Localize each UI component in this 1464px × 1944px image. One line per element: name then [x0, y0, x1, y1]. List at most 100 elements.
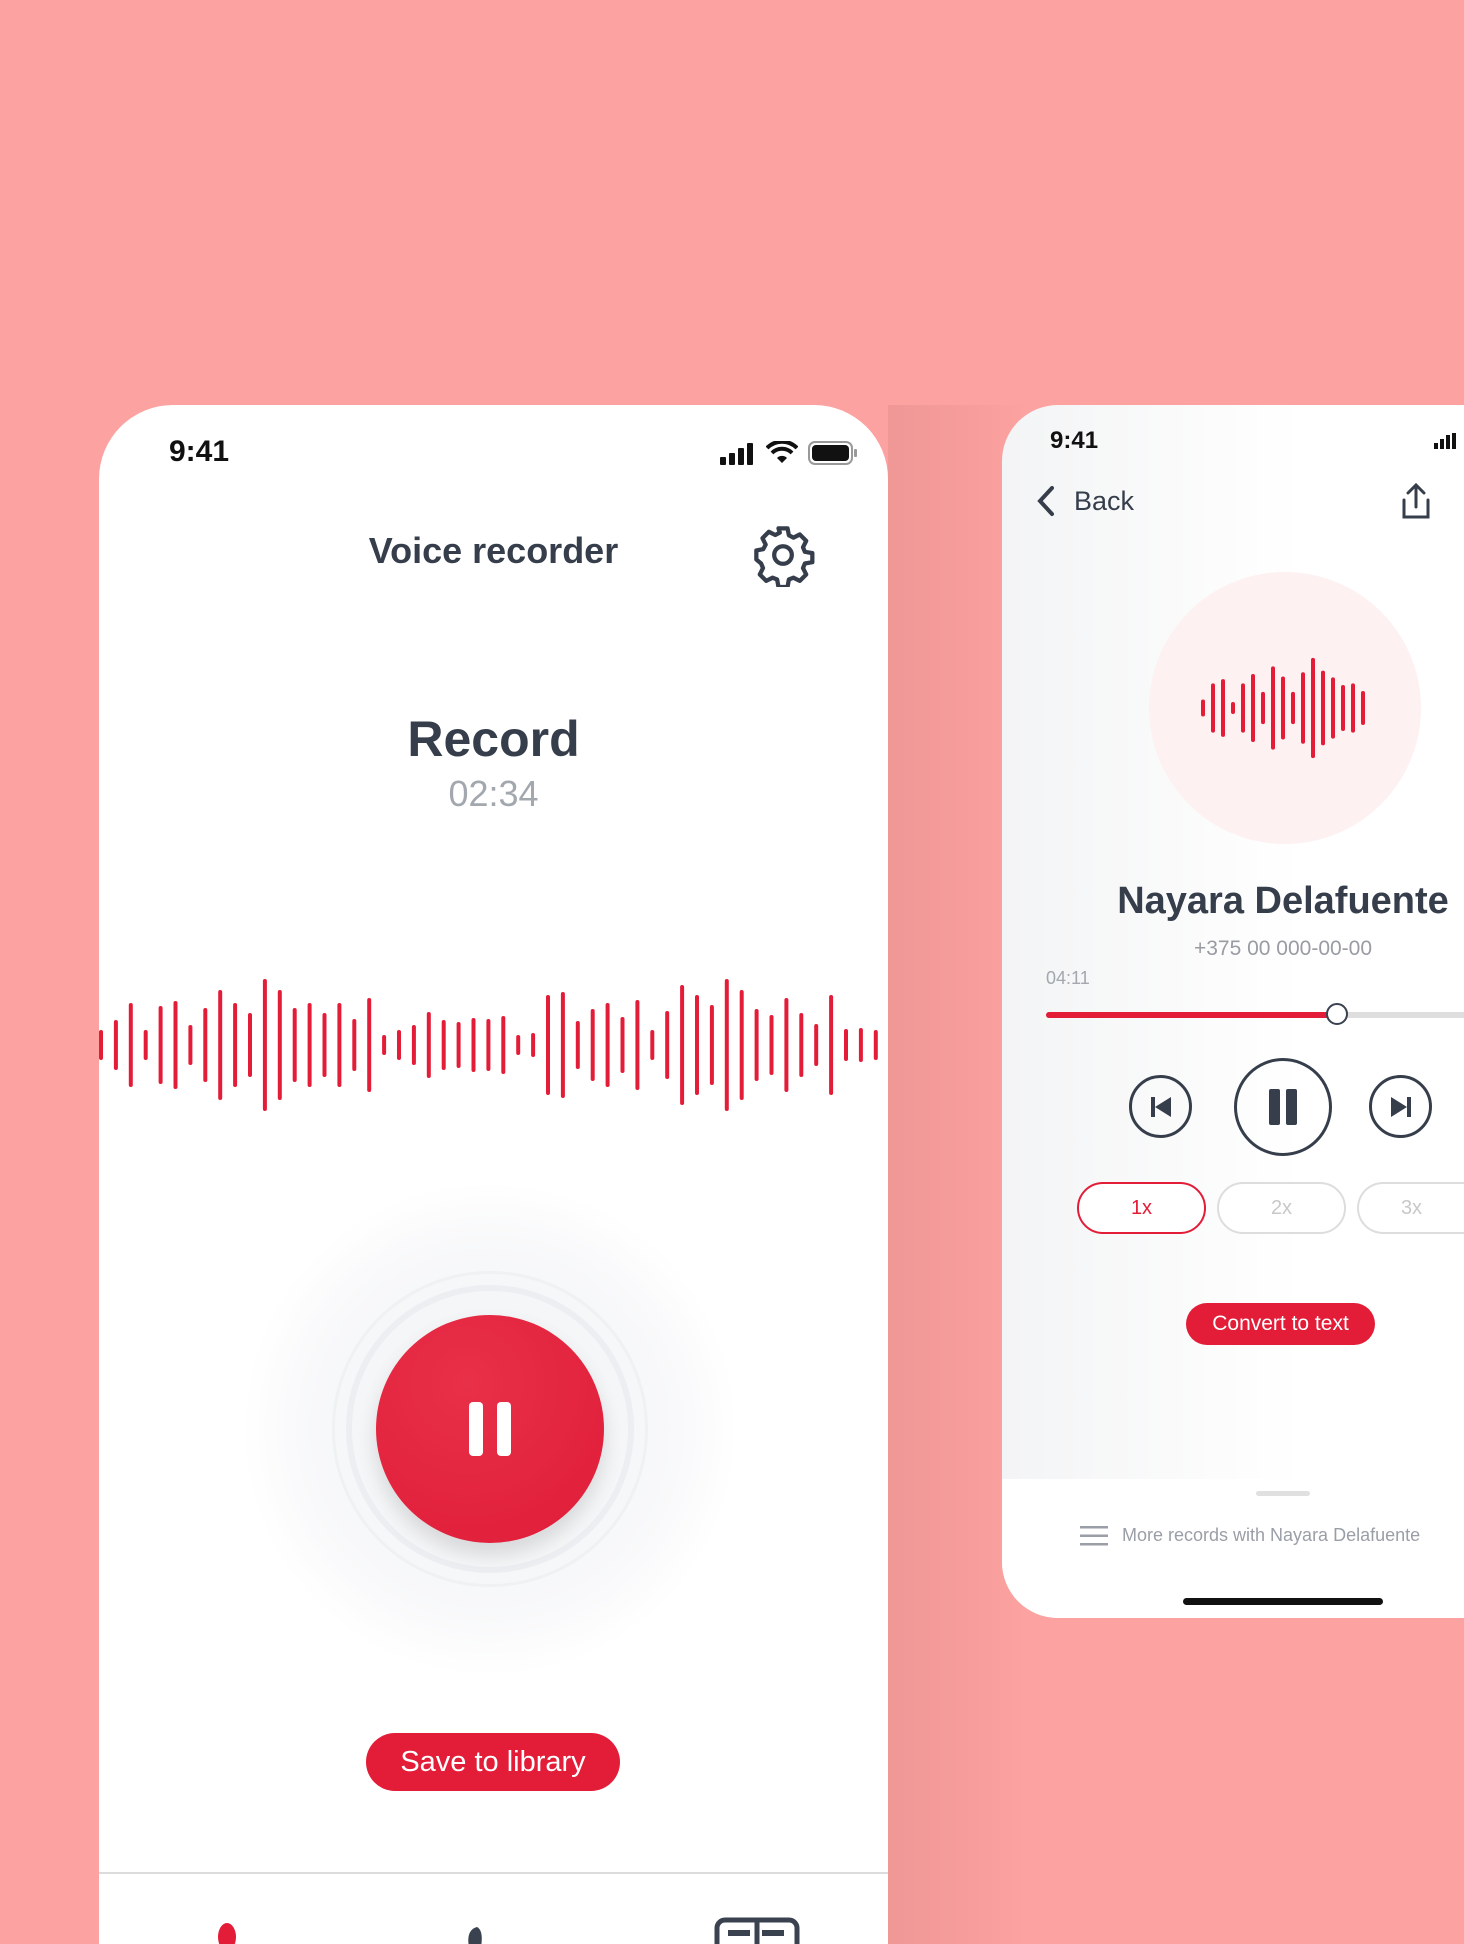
waveform-bar	[858, 1028, 863, 1062]
phone-icon[interactable]	[459, 1917, 491, 1944]
waveform-bar	[873, 1030, 878, 1060]
more-records-label: More records with Nayara Delafuente	[1122, 1525, 1421, 1545]
status-icons	[720, 441, 858, 465]
contact-name: Nayara Delafuente	[1117, 880, 1449, 922]
waveform-bar	[516, 1035, 521, 1055]
list-icon	[1080, 1525, 1108, 1545]
waveform-bar	[1201, 699, 1205, 717]
waveform-bar	[575, 1021, 580, 1069]
waveform-bar	[337, 1003, 342, 1087]
back-button[interactable]: Back	[1036, 485, 1134, 517]
waveform-bar	[724, 979, 729, 1111]
waveform-bar	[784, 998, 789, 1092]
microphone-icon[interactable]	[211, 1917, 243, 1944]
speed-3x[interactable]: 3x	[1357, 1182, 1464, 1234]
waveform	[99, 979, 878, 1111]
waveform-bar	[158, 1006, 163, 1084]
waveform-bar	[382, 1035, 387, 1055]
waveform-bar	[1261, 691, 1265, 725]
waveform-bar	[397, 1030, 401, 1060]
signal-icon	[1434, 433, 1456, 449]
waveform-bar	[814, 1024, 819, 1066]
waveform-bar	[188, 1025, 193, 1065]
waveform-icon	[1201, 657, 1365, 759]
waveform-bar	[501, 1016, 506, 1074]
waveform-bar	[1311, 657, 1315, 759]
waveform-bar	[1241, 683, 1245, 733]
save-to-library-button[interactable]: Save to library	[366, 1733, 620, 1791]
waveform-bar	[531, 1033, 536, 1057]
waveform-bar	[665, 1011, 670, 1079]
waveform-bar	[1291, 691, 1295, 725]
signal-icon	[720, 443, 753, 465]
waveform-bar	[99, 1030, 103, 1060]
recorder-screen: 9:41 Voice recorder Record 02:34 Save to…	[99, 405, 888, 1944]
waveform-bar	[307, 1003, 312, 1087]
waveform-bar	[277, 990, 282, 1100]
waveform-bar	[486, 1019, 491, 1071]
waveform-bar	[128, 1003, 133, 1087]
pause-record-button[interactable]	[376, 1315, 604, 1543]
library-icon[interactable]	[714, 1917, 800, 1944]
audio-avatar	[1149, 572, 1421, 844]
speed-2x[interactable]: 2x	[1217, 1182, 1346, 1234]
battery-icon	[808, 441, 857, 465]
status-time: 9:41	[1050, 427, 1099, 454]
share-icon[interactable]	[1400, 483, 1432, 521]
waveform-bar	[769, 1015, 774, 1075]
sheet-handle[interactable]	[1256, 1491, 1310, 1496]
speed-1x[interactable]: 1x	[1077, 1182, 1206, 1234]
waveform-bar	[456, 1022, 461, 1068]
elapsed-time: 04:11	[1046, 968, 1090, 988]
waveform-bar	[471, 1018, 476, 1072]
record-duration: 02:34	[448, 773, 539, 814]
waveform-bar	[799, 1013, 804, 1077]
waveform-bar	[1211, 683, 1215, 733]
waveform-bar	[635, 1000, 640, 1090]
home-indicator	[1183, 1598, 1383, 1605]
waveform-bar	[1281, 676, 1285, 740]
waveform-bar	[650, 1030, 655, 1060]
waveform-bar	[1221, 679, 1225, 737]
nav-divider	[99, 1872, 888, 1874]
waveform-bar	[695, 995, 699, 1095]
waveform-bar	[441, 1020, 446, 1070]
waveform-bar	[173, 1001, 178, 1089]
progress-slider[interactable]	[1046, 1003, 1464, 1025]
chevron-left-icon	[1037, 486, 1054, 516]
waveform-bar	[590, 1009, 595, 1081]
waveform-bar	[605, 1003, 610, 1087]
waveform-bar	[233, 1003, 238, 1087]
previous-button[interactable]	[1129, 1075, 1192, 1138]
pause-icon	[469, 1402, 511, 1456]
waveform-bar	[322, 1013, 327, 1077]
waveform-bar	[680, 985, 685, 1105]
waveform-bar	[367, 998, 372, 1092]
waveform-bar	[262, 979, 267, 1111]
waveform-bar	[754, 1009, 759, 1081]
more-records-row[interactable]: More records with Nayara Delafuente	[1080, 1525, 1420, 1546]
player-screen: 9:41 Back Nayara Delafuente +375 00 000-…	[1002, 405, 1464, 1618]
waveform-bar	[1231, 702, 1235, 714]
records-sheet[interactable]: More records with Nayara Delafuente	[1002, 1479, 1464, 1618]
waveform-bar	[248, 1013, 252, 1077]
convert-to-text-button[interactable]: Convert to text	[1186, 1303, 1375, 1345]
progress-fill	[1046, 1012, 1338, 1018]
pause-button[interactable]	[1234, 1058, 1332, 1156]
gear-icon[interactable]	[751, 523, 815, 587]
waveform-bar	[1301, 672, 1305, 744]
slider-knob[interactable]	[1326, 1003, 1349, 1025]
waveform-bar	[143, 1030, 148, 1060]
waveform-bar	[426, 1012, 431, 1078]
waveform-bar	[1331, 677, 1335, 739]
waveform-bar	[352, 1019, 357, 1071]
waveform-bar	[1351, 683, 1355, 733]
waveform-bar	[1361, 691, 1365, 725]
next-button[interactable]	[1369, 1075, 1432, 1138]
waveform-bar	[203, 1008, 208, 1082]
waveform-bar	[1321, 670, 1325, 746]
waveform-bar	[844, 1029, 848, 1061]
skip-forward-icon	[1390, 1096, 1411, 1117]
waveform-bar	[560, 992, 565, 1098]
status-time: 9:41	[169, 435, 230, 468]
